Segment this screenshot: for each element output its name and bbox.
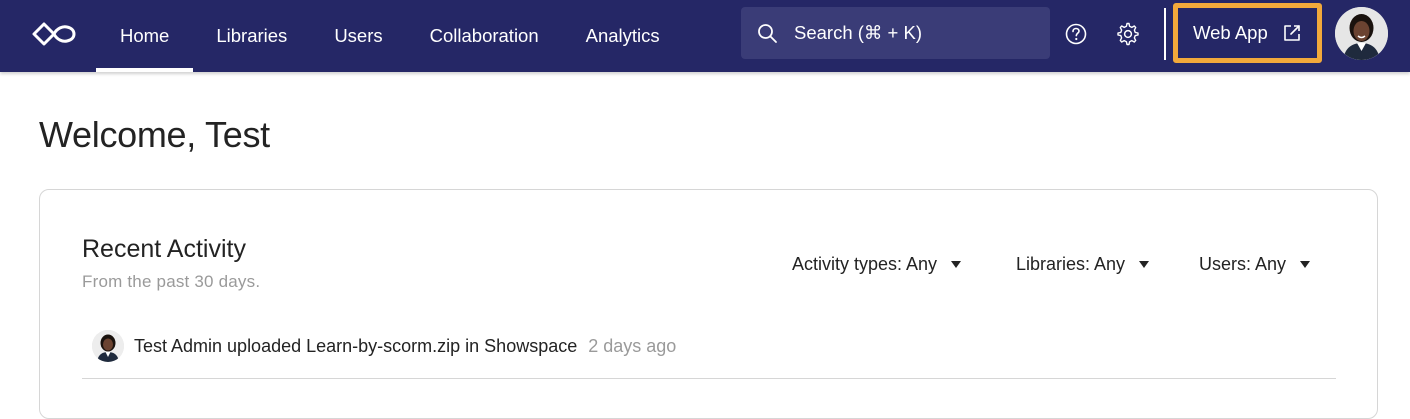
web-app-label: Web App xyxy=(1193,22,1268,43)
users-filter-label: Users: Any xyxy=(1199,254,1287,274)
caret-down-icon xyxy=(1300,261,1311,268)
activity-text: Test Admin uploaded Learn-by-scorm.zip i… xyxy=(134,335,578,356)
nav-libraries-label: Libraries xyxy=(216,25,288,46)
activity-types-filter[interactable]: Activity types: Any xyxy=(792,254,962,275)
help-icon[interactable] xyxy=(1064,22,1088,46)
nav-analytics[interactable]: Analytics xyxy=(562,0,684,72)
nav-analytics-label: Analytics xyxy=(585,25,660,46)
activity-time: 2 days ago xyxy=(588,335,677,356)
recent-activity-card: Recent Activity From the past 30 days. A… xyxy=(39,189,1378,419)
page-title: Welcome, Test xyxy=(39,114,270,155)
libraries-filter[interactable]: Libraries: Any xyxy=(1016,254,1150,275)
nav-collaboration[interactable]: Collaboration xyxy=(406,0,563,72)
user-avatar[interactable] xyxy=(1335,7,1388,60)
caret-down-icon xyxy=(951,261,962,268)
nav-libraries[interactable]: Libraries xyxy=(192,0,311,72)
nav-home-label: Home xyxy=(120,25,170,46)
nav-users-label: Users xyxy=(334,25,383,46)
recent-activity-subtitle: From the past 30 days. xyxy=(82,272,261,291)
external-link-icon xyxy=(1283,25,1300,41)
nav-users[interactable]: Users xyxy=(310,0,406,72)
recent-activity-title: Recent Activity xyxy=(82,235,246,263)
activity-types-filter-label: Activity types: Any xyxy=(792,254,938,274)
top-navigation-bar: Home Libraries Users Collaboration Analy… xyxy=(0,0,1410,72)
search-label: Search (⌘ + K) xyxy=(794,22,923,43)
gear-icon[interactable] xyxy=(1116,22,1140,46)
web-app-button[interactable]: Web App xyxy=(1173,3,1322,63)
libraries-filter-label: Libraries: Any xyxy=(1016,254,1126,274)
search-icon xyxy=(758,23,777,43)
search-box[interactable]: Search (⌘ + K) xyxy=(741,7,1050,59)
activity-user-avatar xyxy=(92,330,124,362)
main-nav: Home Libraries Users Collaboration Analy… xyxy=(96,0,683,72)
header-divider xyxy=(1164,8,1166,60)
nav-home[interactable]: Home xyxy=(96,0,194,72)
infinity-logo-icon[interactable] xyxy=(30,20,76,48)
users-filter[interactable]: Users: Any xyxy=(1199,254,1311,275)
caret-down-icon xyxy=(1139,261,1150,268)
activity-divider xyxy=(82,378,1336,379)
nav-collaboration-label: Collaboration xyxy=(429,25,539,46)
activity-item[interactable]: Test Admin uploaded Learn-by-scorm.zip i… xyxy=(92,330,676,362)
